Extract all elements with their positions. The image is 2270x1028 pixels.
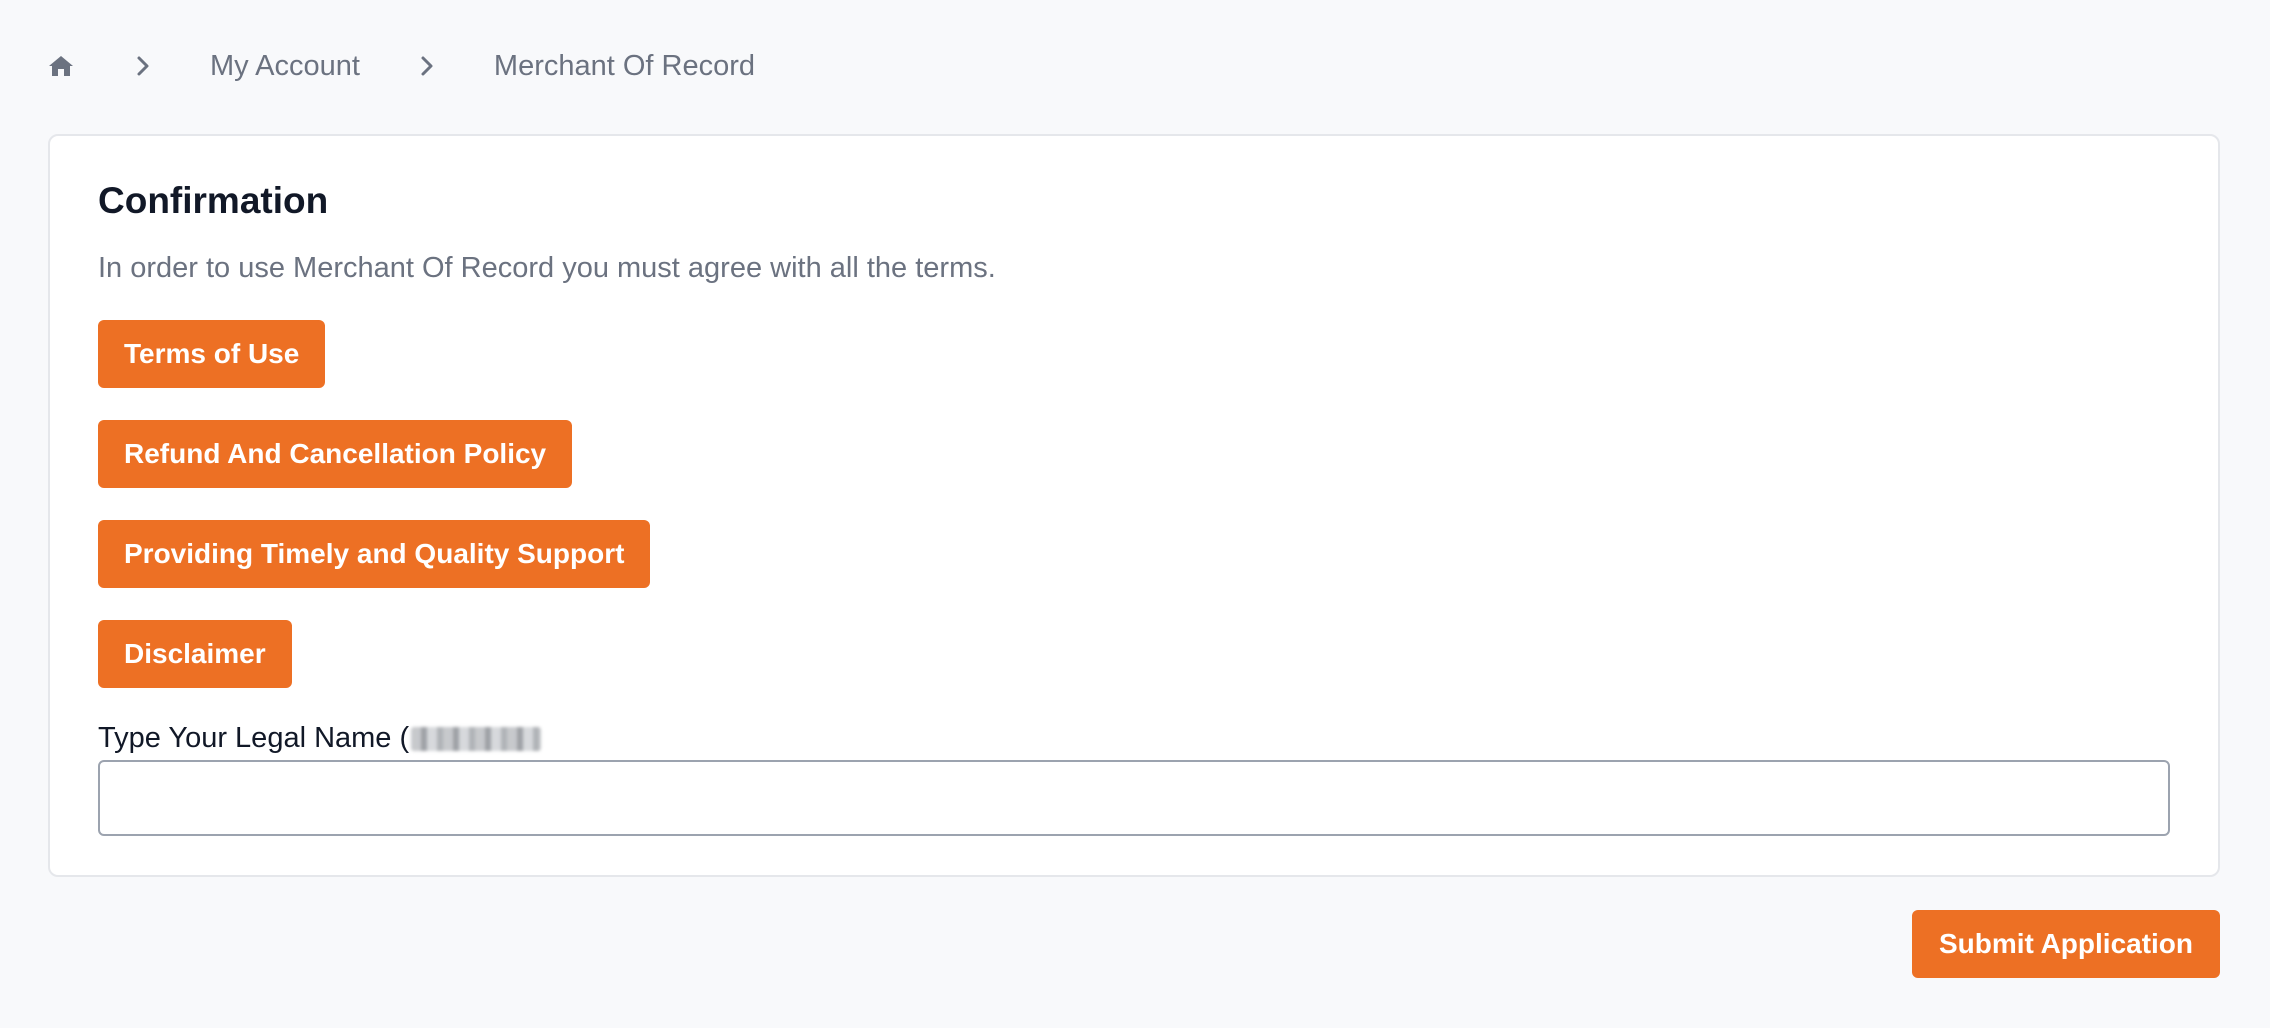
page: My Account Merchant Of Record Confirmati…	[0, 0, 2270, 1028]
terms-of-use-button[interactable]: Terms of Use	[98, 320, 326, 388]
chevron-right-icon	[128, 51, 158, 81]
chevron-right-icon	[412, 51, 442, 81]
disclaimer-button[interactable]: Disclaimer	[98, 620, 292, 688]
home-icon[interactable]	[46, 51, 76, 81]
refund-policy-button[interactable]: Refund And Cancellation Policy	[98, 420, 573, 488]
legal-name-label: Type Your Legal Name (	[98, 722, 542, 755]
redacted-name	[411, 726, 542, 751]
card-title: Confirmation	[98, 180, 329, 221]
submit-application-button[interactable]: Submit Application	[1912, 910, 2220, 978]
breadcrumb: My Account Merchant Of Record	[46, 44, 755, 88]
confirmation-card: Confirmation In order to use Merchant Of…	[48, 134, 2220, 877]
breadcrumb-merchant-of-record: Merchant Of Record	[493, 49, 756, 82]
card-description: In order to use Merchant Of Record you m…	[98, 252, 996, 284]
support-policy-button[interactable]: Providing Timely and Quality Support	[98, 520, 651, 588]
breadcrumb-my-account[interactable]: My Account	[210, 50, 360, 83]
legal-name-label-text: Type Your Legal Name (	[98, 722, 410, 754]
legal-name-input[interactable]	[98, 760, 2170, 836]
